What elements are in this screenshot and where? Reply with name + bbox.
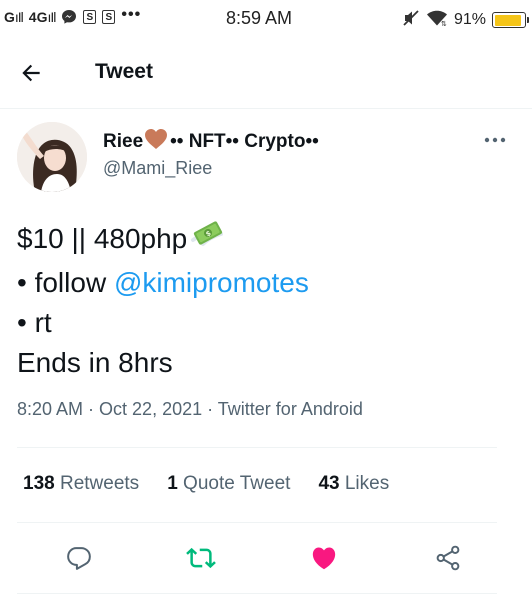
arrow-left-icon (22, 64, 40, 82)
avatar[interactable] (17, 122, 87, 192)
divider (17, 593, 497, 594)
heart-emoji-icon (144, 128, 168, 156)
like-button[interactable] (306, 540, 342, 576)
status-bar: GıIl 4GıIl S S ••• 8:59 AM ⇅ 91% (0, 0, 532, 38)
meta-separator: · (202, 399, 218, 419)
tweet-actions (0, 540, 532, 576)
tweet-body: $10 || 480php $ • follow @kimipromotes •… (17, 214, 517, 383)
retweets-stat[interactable]: 138 Retweets (23, 473, 139, 495)
tweet-line-2-prefix: • follow (17, 267, 114, 298)
status-app-icon-2: S (102, 10, 116, 24)
wifi-icon: ⇅ (426, 9, 448, 31)
likes-count: 43 (318, 473, 340, 494)
retweets-label: Retweets (54, 473, 140, 494)
display-name-part2: •• NFT•• Crypto•• (170, 131, 319, 152)
tweet-time[interactable]: 8:20 AM (17, 399, 83, 419)
status-right: ⇅ 91% (402, 9, 529, 31)
tweet-line-2: • follow @kimipromotes (17, 263, 517, 303)
tweet-stats: 138 Retweets 1 Quote Tweet 43 Likes (23, 473, 389, 495)
meta-separator: · (83, 399, 100, 419)
battery-percent: 91% (453, 11, 486, 28)
likes-label: Likes (339, 473, 390, 494)
messenger-icon (61, 9, 77, 25)
likes-stat[interactable]: 43 Likes (318, 473, 389, 495)
tweet-date[interactable]: Oct 22, 2021 (99, 399, 202, 419)
tweet-line-1-text: $10 || 480php (17, 222, 188, 254)
tweet-line-3: • rt (17, 307, 52, 338)
divider (17, 522, 497, 523)
tweet-meta: 8:20 AM · Oct 22, 2021 · Twitter for And… (17, 399, 363, 420)
mention-link[interactable]: @kimipromotes (114, 263, 309, 303)
status-left: GıIl 4GıIl S S ••• (4, 5, 142, 26)
svg-text:⇅: ⇅ (441, 20, 447, 27)
more-dots-icon (484, 137, 506, 143)
battery-fill (494, 14, 521, 26)
heart-icon (312, 547, 336, 570)
tweet-author: Riee •• NFT•• Crypto•• @Mami_Riee (17, 122, 517, 194)
back-button[interactable] (16, 58, 46, 88)
page-title: Tweet (95, 60, 153, 83)
divider (17, 447, 497, 448)
quotes-count: 1 (167, 473, 178, 494)
mute-icon (402, 9, 420, 31)
money-with-wings-icon: $ (189, 214, 227, 263)
tweet-source[interactable]: Twitter for Android (218, 399, 363, 419)
reply-icon (67, 547, 91, 570)
share-icon (436, 545, 460, 571)
retweets-count: 138 (23, 473, 55, 494)
status-time: 8:59 AM (226, 8, 293, 28)
battery-icon (492, 12, 529, 28)
tweet-line-4: Ends in 8hrs (17, 347, 173, 378)
reply-button[interactable] (61, 540, 97, 576)
status-overflow-icon: ••• (121, 5, 142, 23)
author-handle[interactable]: @Mami_Riee (103, 158, 212, 179)
display-name[interactable]: Riee •• NFT•• Crypto•• (103, 128, 319, 156)
signal-1: GıIl (4, 9, 24, 25)
top-bar: Tweet (0, 38, 532, 109)
display-name-part1: Riee (103, 131, 144, 152)
retweet-button[interactable] (183, 540, 219, 576)
more-options-button[interactable] (483, 130, 507, 150)
retweet-icon (186, 547, 216, 569)
status-app-icon-1: S (83, 10, 97, 24)
signal-2: 4GıIl (28, 9, 57, 25)
tweet-line-1: $10 || 480php $ (17, 214, 517, 263)
quote-tweets-stat[interactable]: 1 Quote Tweet (167, 473, 290, 495)
quotes-label: Quote Tweet (177, 473, 291, 494)
share-button[interactable] (430, 540, 466, 576)
